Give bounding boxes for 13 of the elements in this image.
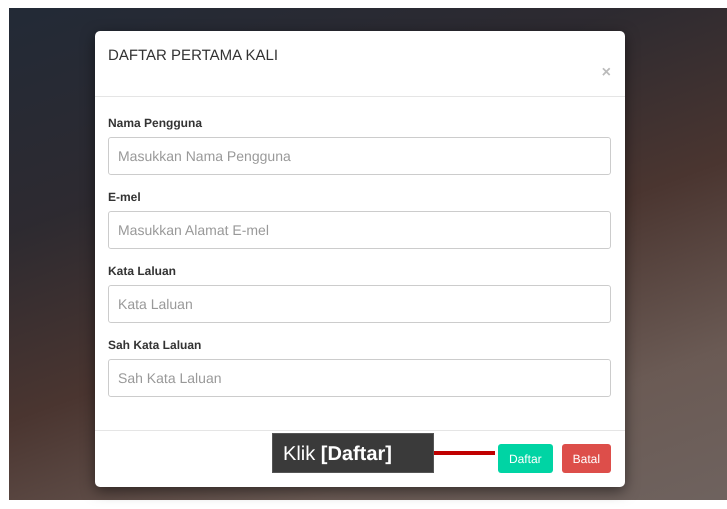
submit-button[interactable]: Daftar: [498, 444, 553, 473]
callout: Klik [Daftar]: [272, 433, 434, 473]
input-field[interactable]: Masukkan Nama Pengguna: [108, 137, 611, 175]
field-label: E-mel: [108, 190, 142, 205]
field-label: Sah Kata Laluan: [108, 338, 202, 353]
input-field[interactable]: Sah Kata Laluan: [108, 359, 611, 397]
input-field[interactable]: Kata Laluan: [108, 285, 611, 323]
input-field[interactable]: Masukkan Alamat E-mel: [108, 211, 611, 249]
dialog-title: DAFTAR PERTAMA KALI: [108, 46, 278, 66]
field-label: Kata Laluan: [108, 264, 178, 279]
close-button[interactable]: ×: [602, 65, 611, 81]
field-label: Nama Pengguna: [108, 116, 204, 131]
cancel-button[interactable]: Batal: [562, 444, 611, 473]
